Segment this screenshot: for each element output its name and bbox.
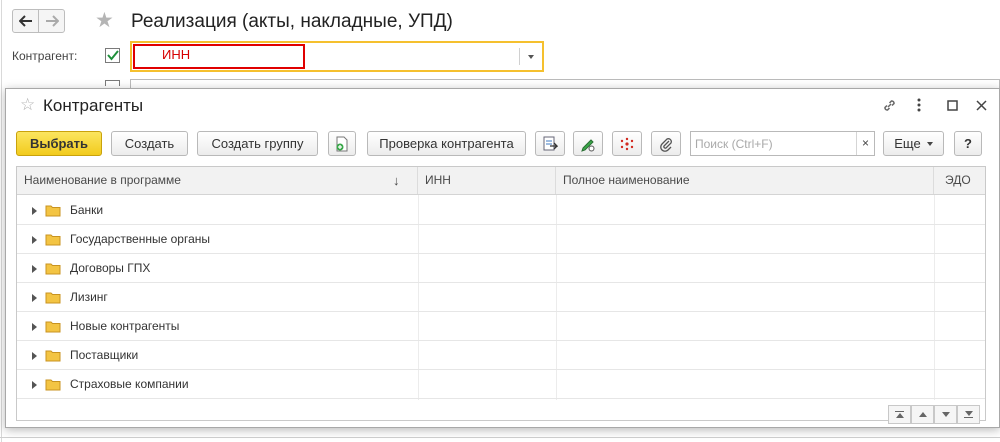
expand-arrow-icon[interactable] [32,265,37,273]
choose-button[interactable]: Выбрать [16,131,102,156]
document-title: Реализация (акты, накладные, УПД) [131,11,453,32]
kontragent-checkbox[interactable] [105,48,120,63]
inn-highlight-box [133,44,305,69]
window-bottom-edge [0,437,1000,438]
folder-icon [45,263,61,275]
chevron-down-icon [926,141,933,146]
pencil-icon [581,138,595,152]
report-button[interactable] [535,131,565,156]
expand-arrow-icon[interactable] [32,352,37,360]
field-separator [519,48,520,65]
arrow-left-icon [18,15,32,27]
star-icon[interactable]: ☆ [20,95,35,115]
expand-arrow-icon[interactable] [32,323,37,331]
kontragent-value: ИНН [162,47,191,62]
create-button[interactable]: Создать [111,131,188,156]
copy-document-icon [336,136,348,151]
more-vertical-icon[interactable] [911,97,927,113]
folder-icon [45,321,61,333]
expand-arrow-icon[interactable] [32,381,37,389]
chevron-down-icon[interactable] [528,55,534,59]
window-left-edge [1,0,2,442]
check-icon [106,50,119,61]
forward-button[interactable] [38,9,65,33]
favorite-star-icon[interactable]: ★ [95,9,114,33]
column-header-fullname[interactable]: Полное наименование [556,167,934,194]
more-button-label: Еще [894,136,921,151]
contractors-popup: ☆ Контрагенты Выбрать Создать Создать гр… [5,88,1000,428]
expand-arrow-icon[interactable] [32,236,37,244]
copy-document-button[interactable] [328,131,356,156]
row-name: Новые контрагенты [70,319,180,333]
folder-icon [45,205,61,217]
column-header-edo[interactable]: ЭДО [934,167,985,194]
sort-down-icon[interactable]: ↓ [393,167,400,194]
row-name: Государственные органы [70,232,211,246]
structure-button[interactable] [612,131,642,156]
maximize-icon[interactable] [944,97,960,113]
table-row[interactable]: Страховые компании [17,370,985,399]
search-input[interactable] [693,134,848,153]
table-row[interactable]: Банки [17,196,985,225]
kontragent-field[interactable]: ИНН [130,41,544,72]
back-button[interactable] [12,9,39,33]
check-contractor-button[interactable]: Проверка контрагента [367,131,526,156]
row-name: Поставщики [70,348,139,362]
table-row[interactable]: Государственные органы [17,225,985,254]
scroll-up-button[interactable] [911,405,934,424]
kontragent-label: Контрагент: [12,49,78,63]
contractors-table: Наименование в программе ↓ ИНН Полное на… [16,166,986,421]
help-button[interactable]: ? [954,131,982,156]
row-name: Страховые компании [70,377,189,391]
dots-structure-icon [620,137,634,150]
row-name: Лизинг [70,290,108,304]
table-row[interactable]: Лизинг [17,283,985,312]
expand-arrow-icon[interactable] [32,207,37,215]
folder-icon [45,379,61,391]
second-checkbox[interactable] [105,80,120,86]
link-icon[interactable] [881,97,897,113]
scroll-top-button[interactable] [888,405,911,424]
folder-icon [45,350,61,362]
edit-button[interactable] [573,131,603,156]
scroll-top-icon [895,411,904,418]
column-header-name[interactable]: Наименование в программе [17,167,418,194]
scroll-bottom-icon [964,411,973,418]
more-button[interactable]: Еще [883,131,944,156]
folder-icon [45,234,61,246]
popup-title: Контрагенты [43,96,144,115]
scroll-up-icon [918,412,927,417]
search-box[interactable]: × [690,131,875,156]
create-group-button[interactable]: Создать группу [197,131,318,156]
expand-arrow-icon[interactable] [32,294,37,302]
arrow-right-icon [45,15,59,27]
search-clear-button[interactable]: × [856,132,874,155]
table-row[interactable]: Договоры ГПХ [17,254,985,283]
row-name: Договоры ГПХ [70,261,151,275]
table-header: Наименование в программе ↓ ИНН Полное на… [17,167,985,195]
attach-button[interactable] [651,131,681,156]
paperclip-icon [660,137,672,152]
column-header-inn[interactable]: ИНН [418,167,556,194]
folder-icon [45,292,61,304]
report-icon [543,136,558,150]
scroll-down-icon [941,412,950,417]
close-icon[interactable] [973,97,989,113]
table-row[interactable]: Поставщики [17,341,985,370]
table-row[interactable]: Новые контрагенты [17,312,985,341]
scroll-down-button[interactable] [934,405,957,424]
row-name: Банки [70,203,104,217]
scroll-bottom-button[interactable] [957,405,980,424]
